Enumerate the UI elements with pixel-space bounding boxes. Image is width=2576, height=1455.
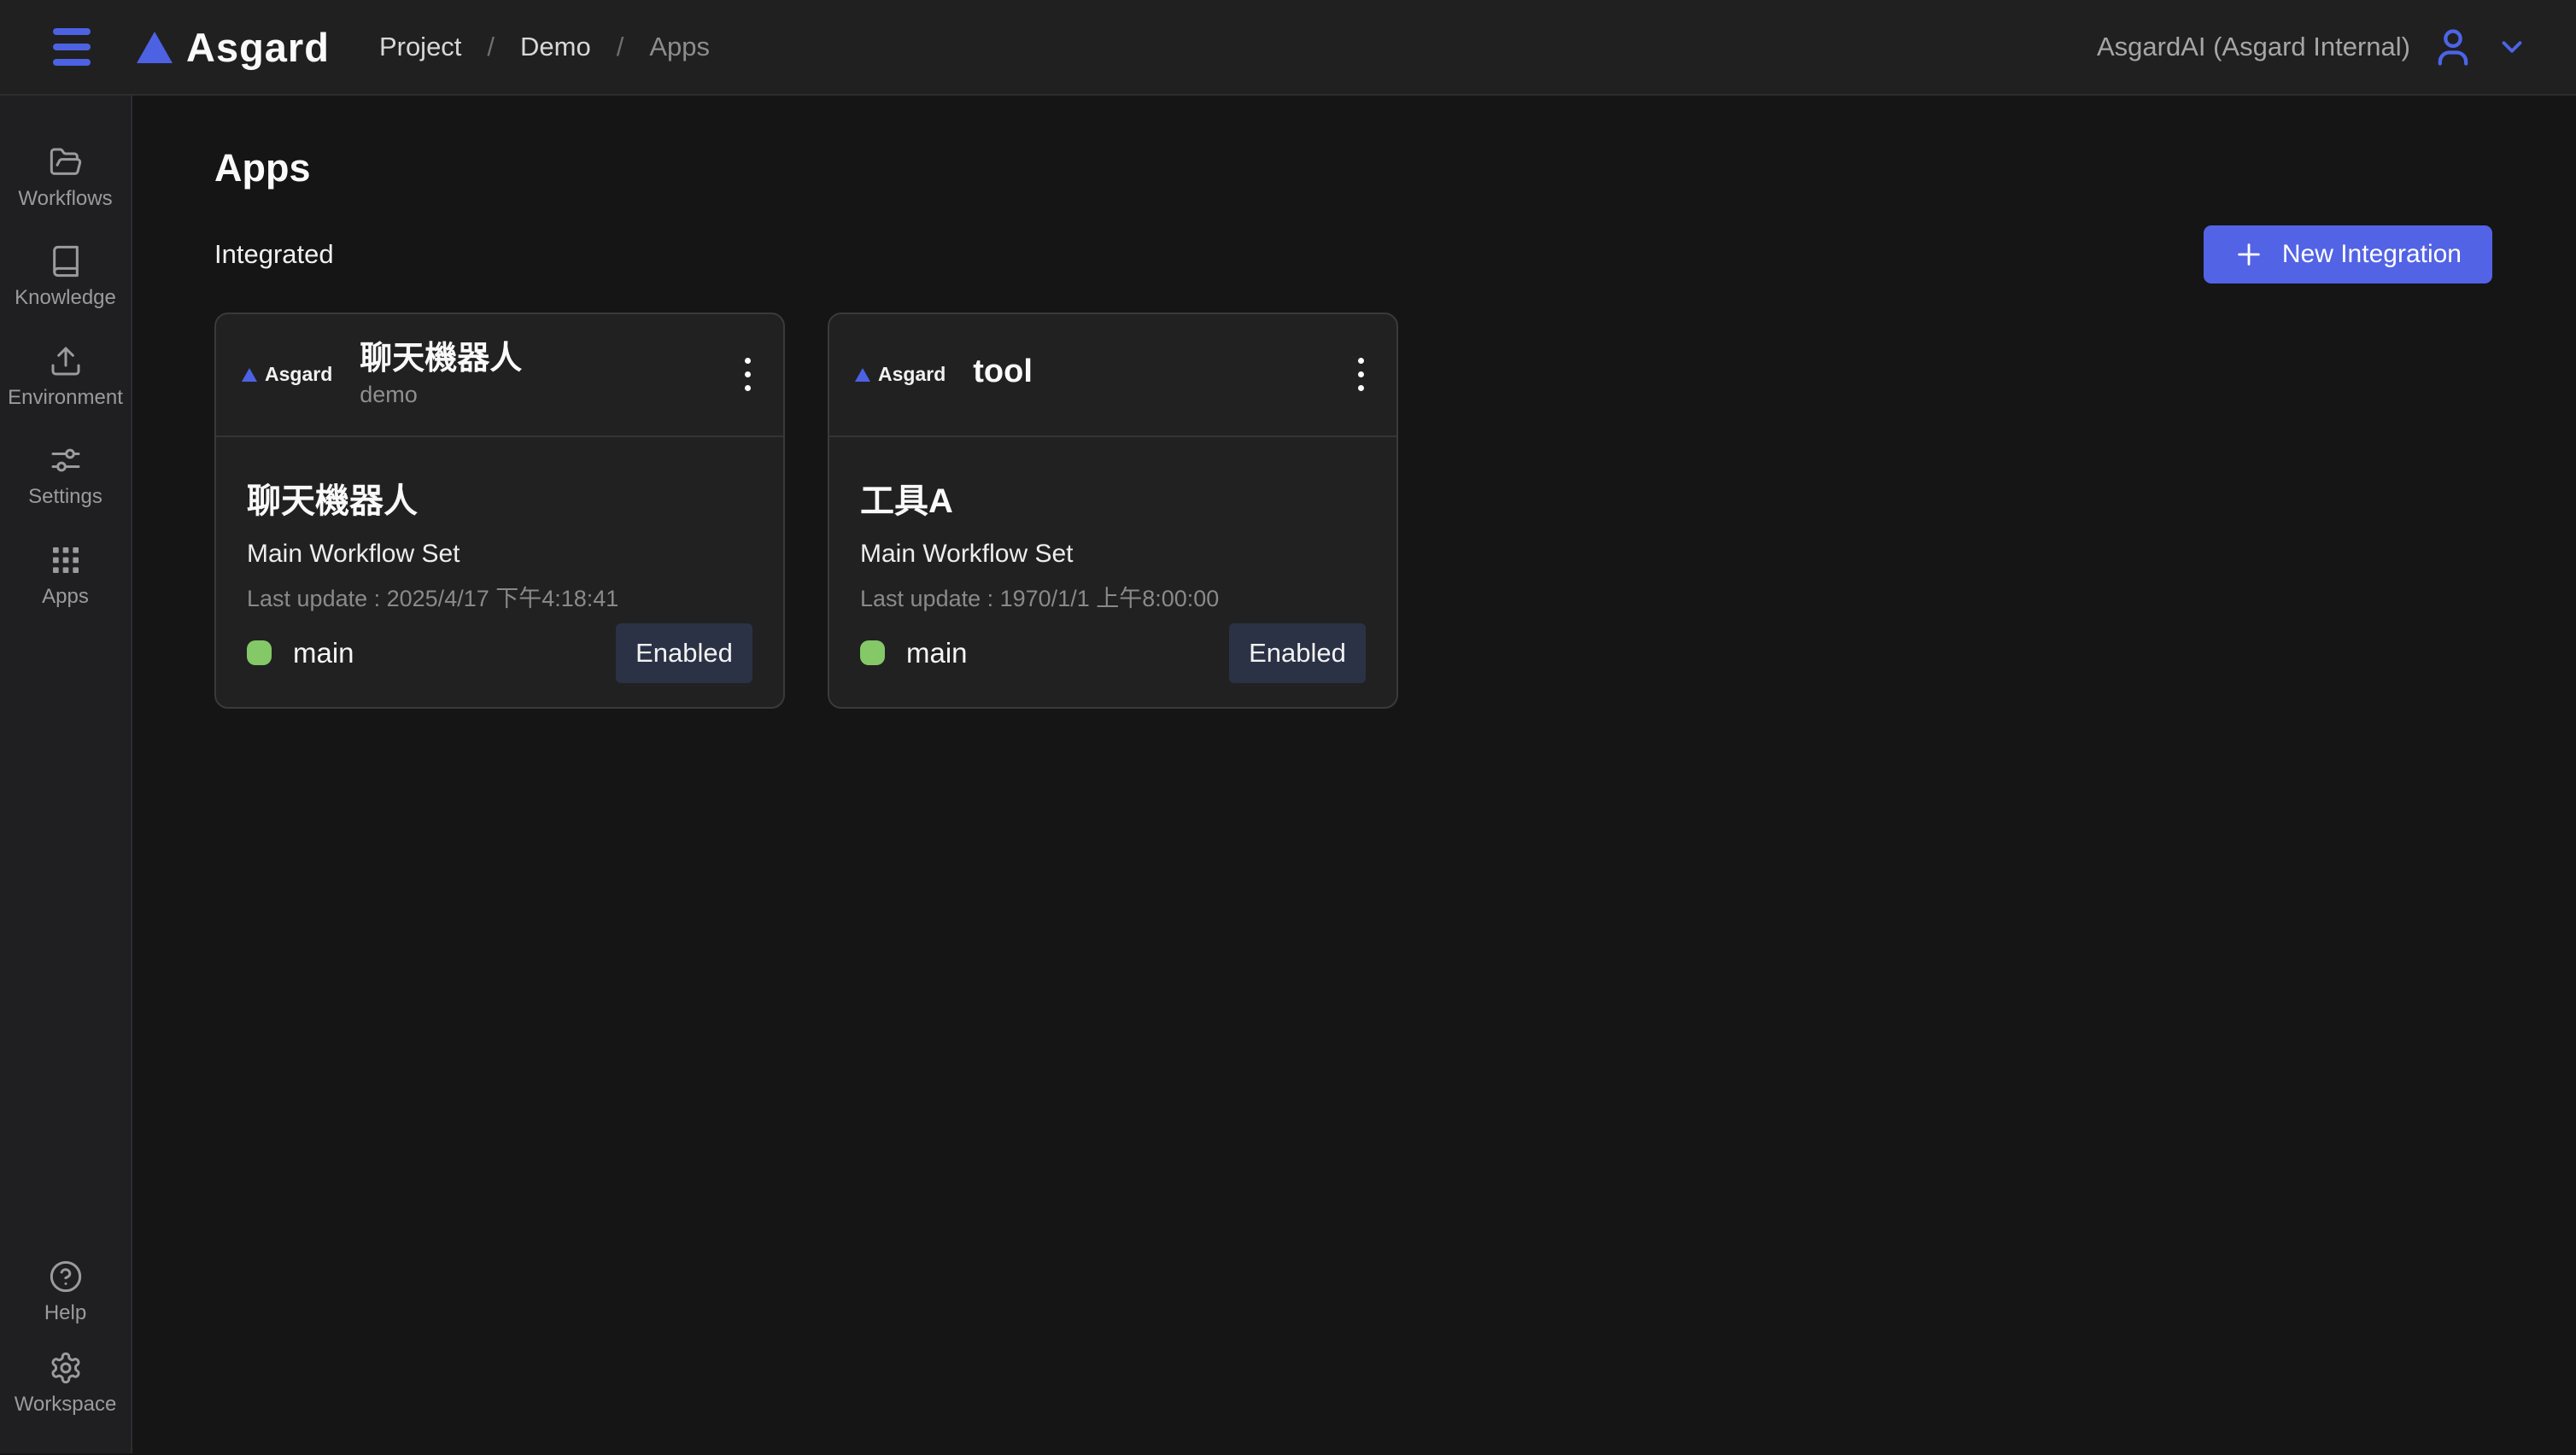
card-workflow-set: Main Workflow Set xyxy=(860,540,1366,569)
brand-name: Asgard xyxy=(186,24,330,71)
topbar: Asgard Project / Demo / Apps AsgardAI (A… xyxy=(0,0,2576,96)
sidebar-item-help[interactable]: Help xyxy=(0,1259,131,1324)
cards-container: Asgard 聊天機器人 demo 聊天機器人 Main Workflow Se… xyxy=(214,313,2492,709)
kebab-dot xyxy=(1358,371,1364,377)
sidebar-item-settings[interactable]: Settings xyxy=(0,443,131,508)
kebab-dot xyxy=(745,358,751,364)
new-integration-label: New Integration xyxy=(2282,240,2462,269)
breadcrumb: Project / Demo / Apps xyxy=(379,32,710,62)
section-row: Integrated New Integration xyxy=(214,225,2492,283)
section-label: Integrated xyxy=(214,239,334,270)
sidebar-item-environment[interactable]: Environment xyxy=(0,344,131,409)
triangle-logo-icon xyxy=(137,32,173,63)
sidebar-item-label: Environment xyxy=(8,387,123,409)
hamburger-menu-icon[interactable] xyxy=(53,28,91,66)
card-header-title: tool xyxy=(973,354,1033,391)
breadcrumb-project[interactable]: Project xyxy=(379,32,461,62)
kebab-dot xyxy=(745,371,751,377)
breadcrumb-separator: / xyxy=(617,32,624,62)
hamburger-bar xyxy=(53,44,91,50)
app-shell: Workflows Knowledge Environment xyxy=(0,96,2576,1453)
card-title: 工具A xyxy=(860,473,1366,523)
kebab-menu-icon[interactable] xyxy=(738,349,758,400)
grid-dots-icon xyxy=(49,543,83,577)
sidebar-item-label: Workspace xyxy=(15,1394,117,1416)
plus-icon xyxy=(2234,240,2263,269)
sidebar-item-label: Workflows xyxy=(18,188,112,210)
kebab-dot xyxy=(1358,385,1364,391)
card-brand-name: Asgard xyxy=(878,363,946,386)
card-body: 工具A Main Workflow Set Last update : 1970… xyxy=(829,437,1396,707)
card-last-update: Last update : 2025/4/17 下午4:18:41 xyxy=(247,580,752,613)
sidebar: Workflows Knowledge Environment xyxy=(0,96,132,1453)
status-dot-green xyxy=(247,640,272,665)
card-footer: main Enabled xyxy=(247,623,752,683)
card-brand-name: Asgard xyxy=(265,363,332,386)
breadcrumb-apps-current: Apps xyxy=(649,32,710,62)
new-integration-button[interactable]: New Integration xyxy=(2204,225,2492,283)
branch-name: main xyxy=(293,637,354,669)
card-header-text: 聊天機器人 demo xyxy=(360,341,522,409)
enabled-button[interactable]: Enabled xyxy=(1229,623,1366,683)
user-icon xyxy=(2431,25,2475,69)
card-workflow-set: Main Workflow Set xyxy=(247,540,752,569)
card-title: 聊天機器人 xyxy=(247,473,752,523)
account-menu[interactable]: AsgardAI (Asgard Internal) xyxy=(2097,25,2528,69)
card-header: Asgard tool xyxy=(829,314,1396,437)
triangle-logo-icon xyxy=(242,368,257,382)
card-footer: main Enabled xyxy=(860,623,1366,683)
sidebar-item-label: Knowledge xyxy=(15,287,116,309)
card-last-update: Last update : 1970/1/1 上午8:00:00 xyxy=(860,580,1366,613)
sidebar-item-apps[interactable]: Apps xyxy=(0,543,131,608)
gear-icon xyxy=(49,1351,83,1385)
upload-icon xyxy=(49,344,83,378)
sidebar-item-label: Apps xyxy=(42,586,89,608)
sidebar-item-workspace[interactable]: Workspace xyxy=(0,1351,131,1416)
book-icon xyxy=(49,244,83,278)
sidebar-item-label: Help xyxy=(44,1302,86,1324)
triangle-logo-icon xyxy=(855,368,870,382)
chevron-down-icon xyxy=(2496,31,2528,63)
enabled-button[interactable]: Enabled xyxy=(616,623,752,683)
card-header-text: tool xyxy=(973,354,1033,395)
sliders-icon xyxy=(49,443,83,477)
card-header-title: 聊天機器人 xyxy=(360,341,522,378)
card-header-subtitle: demo xyxy=(360,382,522,408)
hamburger-bar xyxy=(53,59,91,66)
help-circle-icon xyxy=(49,1259,83,1294)
card-header: Asgard 聊天機器人 demo xyxy=(216,314,783,437)
breadcrumb-demo[interactable]: Demo xyxy=(520,32,591,62)
branch-name: main xyxy=(906,637,968,669)
app-card-chatbot[interactable]: Asgard 聊天機器人 demo 聊天機器人 Main Workflow Se… xyxy=(214,313,785,709)
kebab-dot xyxy=(745,385,751,391)
sidebar-item-knowledge[interactable]: Knowledge xyxy=(0,244,131,309)
kebab-menu-icon[interactable] xyxy=(1351,349,1371,400)
card-brand-logo: Asgard xyxy=(855,363,946,386)
main-content: Apps Integrated New Integration Asgard xyxy=(132,96,2576,1453)
kebab-dot xyxy=(1358,358,1364,364)
sidebar-item-label: Settings xyxy=(28,486,102,508)
folder-open-icon xyxy=(49,145,83,179)
status-dot-green xyxy=(860,640,885,665)
hamburger-bar xyxy=(53,28,91,35)
sidebar-item-workflows[interactable]: Workflows xyxy=(0,145,131,210)
page-title: Apps xyxy=(214,147,2492,190)
account-name: AsgardAI (Asgard Internal) xyxy=(2097,32,2410,62)
card-body: 聊天機器人 Main Workflow Set Last update : 20… xyxy=(216,437,783,707)
breadcrumb-separator: / xyxy=(487,32,495,62)
card-brand-logo: Asgard xyxy=(242,363,332,386)
brand-logo[interactable]: Asgard xyxy=(137,24,330,71)
app-card-tool[interactable]: Asgard tool 工具A Main Workflow Set xyxy=(828,313,1398,709)
